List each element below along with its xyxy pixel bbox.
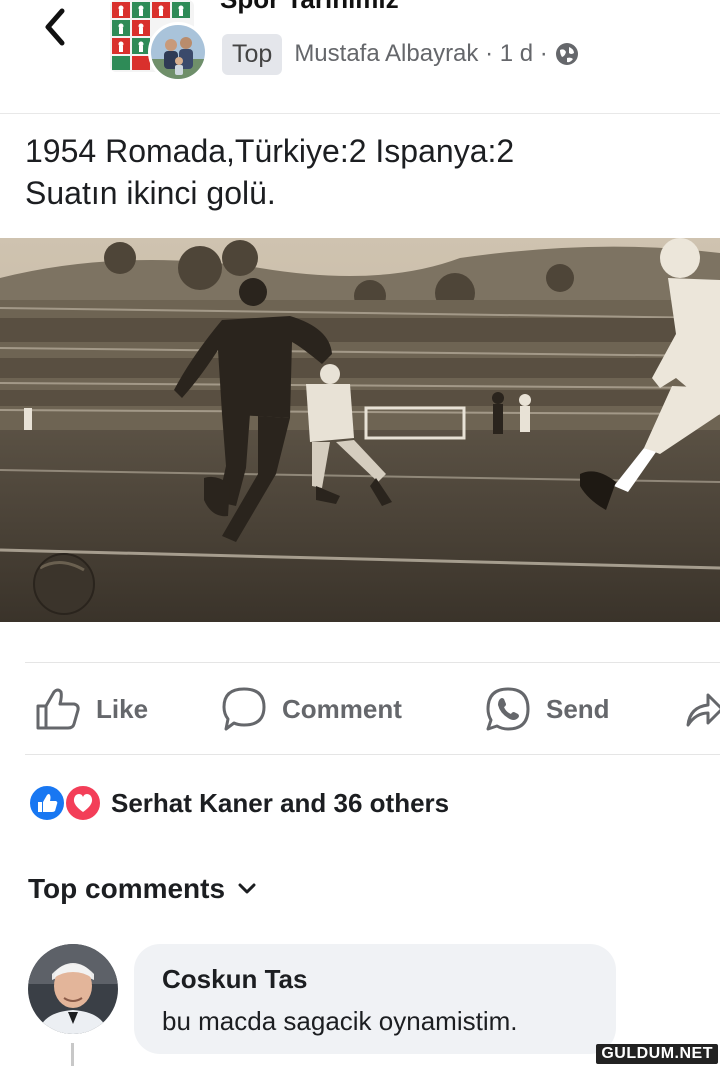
chevron-left-icon — [45, 8, 65, 46]
group-name[interactable]: Spor Tarihimiz — [220, 0, 399, 15]
love-reaction-icon — [64, 784, 102, 822]
send-label: Send — [546, 693, 610, 724]
reaction-icons — [27, 783, 105, 823]
site-watermark: GULDUM.NET — [596, 1044, 718, 1064]
comment-bubble-icon — [222, 687, 266, 731]
thumbs-up-icon — [36, 688, 80, 730]
top-contributor-badge: Top — [222, 33, 283, 75]
whatsapp-icon — [486, 687, 530, 731]
comment-text: bu macda sagacik oynamistim. — [162, 1006, 518, 1036]
like-label: Like — [96, 693, 149, 724]
back-button[interactable] — [30, 2, 80, 52]
thread-line — [71, 1043, 74, 1066]
comment-bubble[interactable]: Coskun Tas bu macda sagacik oynamistim. — [134, 944, 616, 1054]
author-name[interactable]: Mustafa Albayrak · 1 d · — [294, 40, 547, 68]
post-actions: Like Comment Send — [0, 664, 720, 754]
reactions-text: Serhat Kaner and 36 others — [111, 787, 450, 818]
globe-icon — [555, 43, 578, 65]
share-button[interactable] — [684, 664, 720, 754]
commenter-avatar[interactable] — [28, 944, 118, 1034]
reactions-summary[interactable]: Serhat Kaner and 36 others — [27, 782, 449, 824]
top-comments-label: Top comments — [28, 873, 226, 904]
post-text-line-2: Suatın ikinci golü. — [25, 175, 276, 211]
post-photo[interactable] — [0, 238, 720, 622]
post-header: Spor Tarihimiz Top Mustafa Albayrak · 1 … — [0, 0, 720, 112]
post-meta: Top Mustafa Albayrak · 1 d · — [222, 31, 580, 77]
top-comments-filter[interactable]: Top comments — [28, 868, 257, 910]
header-divider — [0, 113, 720, 114]
post-text: 1954 Romada,Türkiye:2 Ispanya:2 Suatın i… — [25, 130, 705, 214]
send-button[interactable]: Send — [484, 664, 610, 754]
comment-button[interactable]: Comment — [220, 664, 402, 754]
like-button[interactable]: Like — [34, 664, 148, 754]
chevron-down-icon — [238, 883, 256, 894]
actions-top-divider — [25, 662, 720, 663]
author-avatar[interactable] — [148, 22, 208, 82]
commenter-name[interactable]: Coskun Tas — [162, 964, 307, 995]
actions-bottom-divider — [25, 754, 720, 755]
share-arrow-icon — [686, 693, 720, 727]
like-reaction-icon — [28, 784, 66, 822]
comment-label: Comment — [282, 693, 402, 724]
post-text-line-1: 1954 Romada,Türkiye:2 Ispanya:2 — [25, 133, 515, 169]
